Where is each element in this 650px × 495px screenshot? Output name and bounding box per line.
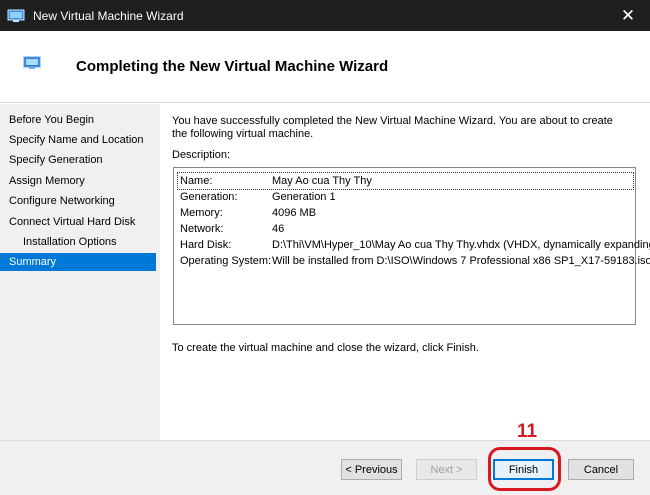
description-key: Name: bbox=[180, 175, 213, 187]
annotation-step-number: 11 bbox=[517, 421, 538, 442]
wizard-steps: Before You Begin Specify Name and Locati… bbox=[0, 104, 160, 440]
page-title: Completing the New Virtual Machine Wizar… bbox=[76, 58, 389, 75]
description-value: Will be installed from D:\ISO\Windows 7 … bbox=[272, 255, 650, 267]
description-row[interactable]: Name: May Ao cua Thy Thy bbox=[177, 172, 634, 190]
description-value: Generation 1 bbox=[272, 191, 336, 203]
description-row[interactable]: Network: 46 bbox=[174, 221, 635, 237]
summary-panel: You have successfully completed the New … bbox=[160, 104, 650, 440]
wizard-header: Completing the New Virtual Machine Wizar… bbox=[0, 31, 650, 103]
step-configure-networking[interactable]: Configure Networking bbox=[0, 192, 156, 210]
step-summary[interactable]: Summary bbox=[0, 253, 156, 271]
monitor-icon bbox=[23, 56, 41, 70]
description-row[interactable]: Memory: 4096 MB bbox=[174, 205, 635, 221]
description-row[interactable]: Generation: Generation 1 bbox=[174, 189, 635, 205]
next-button[interactable]: Next > bbox=[416, 459, 477, 480]
annotation-ring bbox=[488, 447, 561, 491]
description-key: Generation: bbox=[180, 191, 238, 203]
step-before-you-begin[interactable]: Before You Begin bbox=[0, 111, 156, 129]
description-value: D:\Thi\VM\Hyper_10\May Ao cua Thy Thy.vh… bbox=[272, 239, 650, 251]
description-value: 4096 MB bbox=[272, 207, 317, 219]
description-value: May Ao cua Thy Thy bbox=[272, 175, 372, 187]
step-connect-virtual-hard-disk[interactable]: Connect Virtual Hard Disk bbox=[0, 213, 156, 231]
window-title: New Virtual Machine Wizard bbox=[33, 8, 184, 23]
description-key: Hard Disk: bbox=[180, 239, 232, 251]
finish-instruction: To create the virtual machine and close … bbox=[172, 342, 479, 354]
intro-text: You have successfully completed the New … bbox=[172, 115, 613, 140]
description-row[interactable]: Hard Disk: D:\Thi\VM\Hyper_10\May Ao cua… bbox=[174, 237, 650, 253]
description-key: Operating System: bbox=[180, 255, 272, 267]
close-icon[interactable]: ✕ bbox=[606, 0, 650, 31]
step-installation-options[interactable]: Installation Options bbox=[0, 233, 156, 251]
previous-button[interactable]: < Previous bbox=[341, 459, 402, 480]
title-bar: New Virtual Machine Wizard ✕ bbox=[0, 0, 650, 31]
description-box[interactable]: Name: May Ao cua Thy Thy Generation: Gen… bbox=[173, 167, 650, 325]
step-assign-memory[interactable]: Assign Memory bbox=[0, 172, 156, 190]
cancel-button[interactable]: Cancel bbox=[568, 459, 634, 480]
description-value: 46 bbox=[272, 223, 285, 235]
step-specify-name-location[interactable]: Specify Name and Location bbox=[0, 131, 156, 149]
description-label: Description: bbox=[172, 149, 231, 161]
vm-wizard-icon bbox=[7, 9, 25, 23]
step-specify-generation[interactable]: Specify Generation bbox=[0, 151, 156, 169]
description-key: Network: bbox=[180, 223, 224, 235]
description-row[interactable]: Operating System: Will be installed from… bbox=[174, 253, 650, 269]
description-key: Memory: bbox=[180, 207, 223, 219]
